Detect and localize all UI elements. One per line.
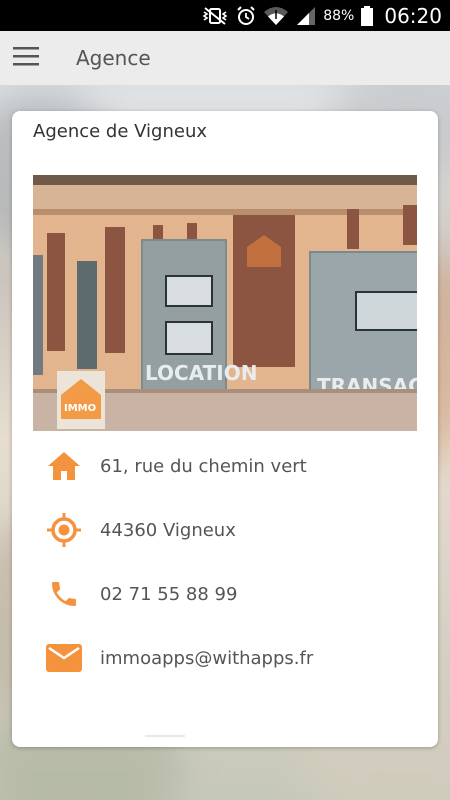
photo-logo-text: IMMO xyxy=(64,403,96,414)
email-address: immoapps@withapps.fr xyxy=(100,647,314,669)
address-row[interactable]: 61, rue du chemin vert xyxy=(45,446,415,486)
email-row[interactable]: immoapps@withapps.fr xyxy=(45,638,415,678)
divider xyxy=(145,735,185,737)
battery-percent: 88% xyxy=(323,7,355,24)
battery-icon xyxy=(360,5,374,27)
city: 44360 Vigneux xyxy=(100,519,236,541)
app-bar: Agence xyxy=(0,31,450,85)
phone-icon xyxy=(45,575,83,613)
phone-row[interactable]: 02 71 55 88 99 xyxy=(45,574,415,614)
app-screen: 88% 06:20 Agence Agence de Vigneux LOCAT… xyxy=(0,0,450,800)
wifi-icon xyxy=(263,5,289,27)
status-bar: 88% 06:20 xyxy=(0,0,450,31)
menu-button[interactable] xyxy=(0,31,52,85)
alarm-clock-icon xyxy=(235,5,257,27)
svg-text:LOCATION: LOCATION xyxy=(145,361,257,385)
page-title: Agence xyxy=(76,46,151,70)
agency-card: Agence de Vigneux LOCATION TRANSAC IMMO … xyxy=(12,111,438,747)
status-icons: 88% 06:20 xyxy=(201,0,442,31)
vibrate-muted-icon xyxy=(201,6,229,26)
city-row[interactable]: 44360 Vigneux xyxy=(45,510,415,550)
street-address: 61, rue du chemin vert xyxy=(100,455,307,477)
email-icon xyxy=(45,639,83,677)
agency-name: Agence de Vigneux xyxy=(33,121,208,142)
agency-photo: LOCATION TRANSACT IMMO xyxy=(33,175,417,431)
cell-signal-icon xyxy=(295,5,317,27)
clock: 06:20 xyxy=(384,3,442,28)
phone-number: 02 71 55 88 99 xyxy=(100,583,238,605)
hamburger-menu-icon xyxy=(13,46,39,70)
home-icon xyxy=(45,447,83,485)
location-target-icon xyxy=(45,511,83,549)
